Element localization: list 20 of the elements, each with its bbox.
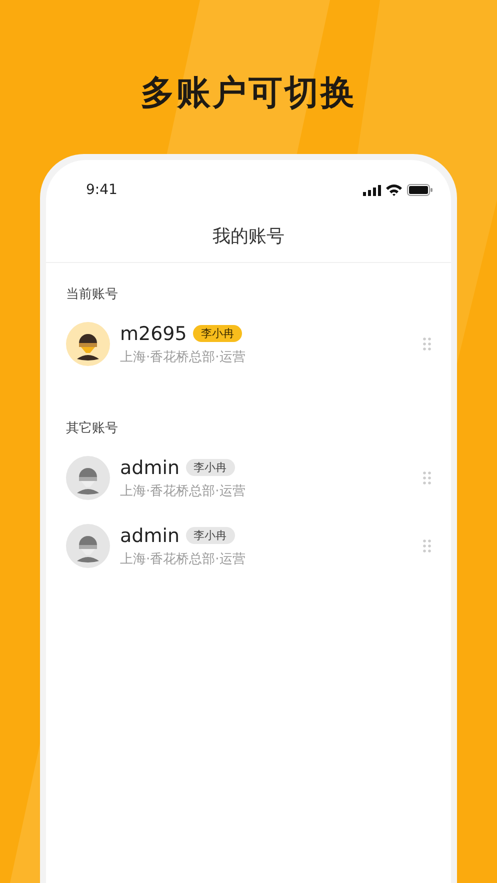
section-title: 当前账号 [66,286,119,303]
user-tag: 李小冉 [186,459,235,476]
user-tag: 李小冉 [192,325,242,342]
account-name[interactable]: m2695 [120,322,187,344]
page-title: 我的账号 [212,225,284,248]
account-detail: 上海·香花桥总部·运营 [120,550,246,568]
drag-handle-icon[interactable] [423,539,431,553]
drag-handle-icon[interactable] [423,337,431,351]
wifi-icon [386,184,402,196]
section-title: 其它账号 [66,420,119,437]
headline: 多账户可切换 [140,72,356,115]
status-time: 9:41 [86,182,118,198]
account-detail: 上海·香花桥总部·运营 [120,348,246,366]
account-name[interactable]: admin [120,524,180,546]
user-tag: 李小冉 [186,527,235,544]
drag-handle-icon[interactable] [423,471,431,485]
signal-icon [363,184,381,196]
account-name[interactable]: admin [120,456,180,478]
battery-icon [407,184,433,196]
account-detail: 上海·香花桥总部·运营 [120,482,246,500]
